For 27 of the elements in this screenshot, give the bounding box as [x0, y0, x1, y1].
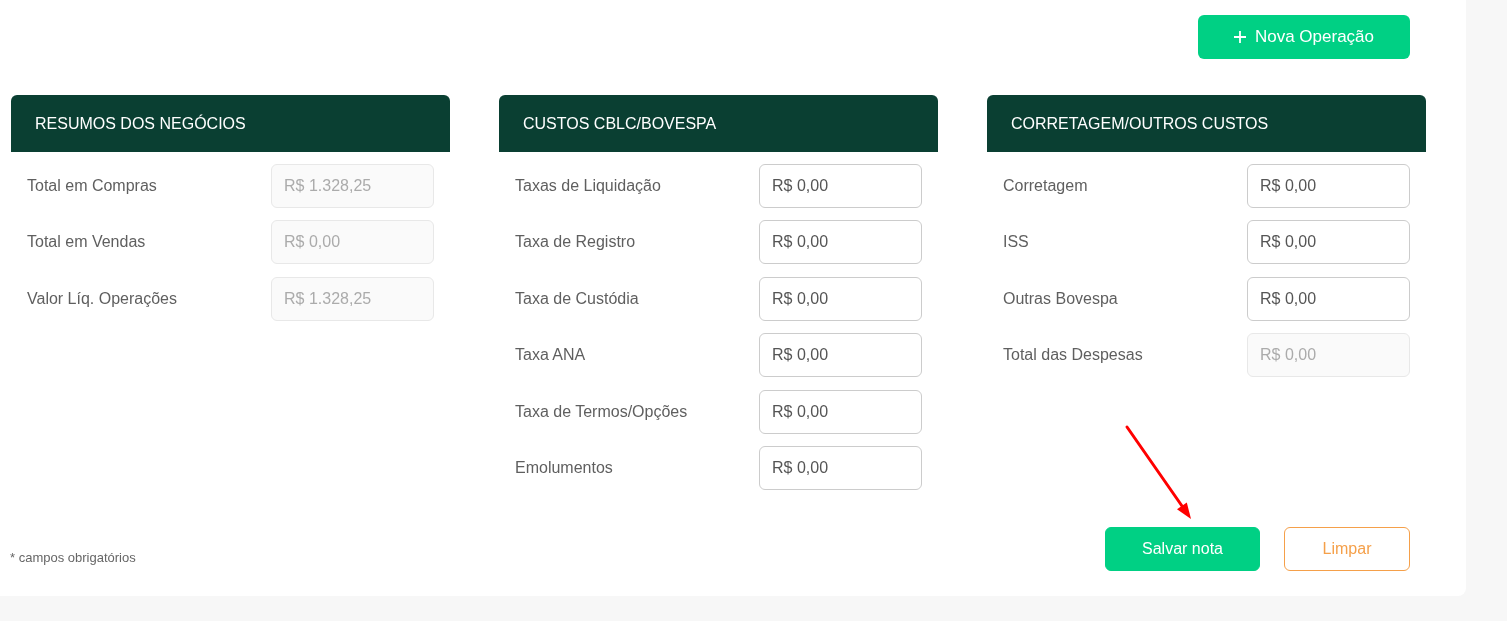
plus-icon [1233, 31, 1246, 43]
amount-field[interactable]: R$ 0,00 [1247, 220, 1410, 265]
field-label: Total das Despesas [1003, 345, 1143, 366]
field-label: Taxa ANA [515, 345, 586, 366]
field-label: Taxa de Registro [515, 232, 636, 253]
field-label: Taxa de Termos/Opções [515, 401, 688, 422]
amount-field[interactable]: R$ 0,00 [759, 445, 922, 490]
field-label: Taxas de Liquidação [515, 176, 661, 196]
panel-header: CUSTOS CBLC/BOVESPA [499, 95, 938, 152]
field-label: Taxa de Custódia [515, 288, 639, 309]
amount-field[interactable]: R$ 0,00 [1247, 164, 1410, 208]
field-label: Corretagem [1003, 176, 1088, 196]
field-label: Outras Bovespa [1003, 288, 1118, 309]
panel-header: CORRETAGEM/OUTROS CUSTOS [987, 95, 1426, 152]
amount-field[interactable]: R$ 0,00 [759, 333, 922, 378]
field-label: Total em Vendas [27, 232, 146, 253]
amount-field[interactable]: R$ 0,00 [759, 220, 922, 265]
required-fields-note: * campos obrigatórios [10, 549, 136, 568]
amount-field[interactable]: R$ 0,00 [759, 164, 922, 208]
field-label: Valor Líq. Operações [27, 288, 177, 309]
panel-header: RESUMOS DOS NEGÓCIOS [11, 95, 450, 152]
amount-field[interactable]: R$ 0,00 [1247, 276, 1410, 321]
amount-field[interactable]: R$ 0,00 [759, 276, 922, 321]
amount-field[interactable]: R$ 0,00 [759, 389, 922, 434]
field-label: Emolumentos [515, 457, 613, 478]
field-label: ISS [1003, 232, 1029, 253]
field-label: Total em Compras [27, 176, 157, 196]
